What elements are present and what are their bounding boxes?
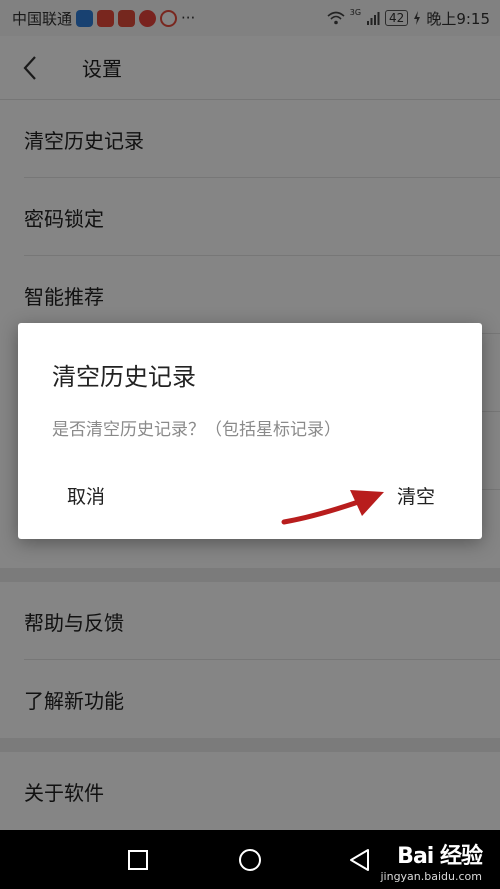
watermark-brand: Bai 经验	[397, 844, 483, 869]
dialog-title: 清空历史记录	[52, 363, 196, 391]
recent-apps-icon[interactable]	[124, 846, 152, 874]
annotation-arrow-icon	[281, 490, 384, 525]
watermark-url: jingyan.baidu.com	[380, 870, 482, 883]
system-nav-bar: Bai 经验 jingyan.baidu.com	[0, 830, 500, 889]
clear-history-dialog: 清空历史记录 是否清空历史记录？（包括星标记录） 取消 清空	[18, 323, 482, 539]
home-icon[interactable]	[236, 846, 264, 874]
dialog-message: 是否清空历史记录？（包括星标记录）	[52, 420, 341, 440]
baidu-jingyan-watermark: Bai 经验 jingyan.baidu.com	[380, 838, 483, 883]
back-nav-icon[interactable]	[346, 846, 374, 874]
cancel-button[interactable]: 取消	[46, 473, 126, 517]
